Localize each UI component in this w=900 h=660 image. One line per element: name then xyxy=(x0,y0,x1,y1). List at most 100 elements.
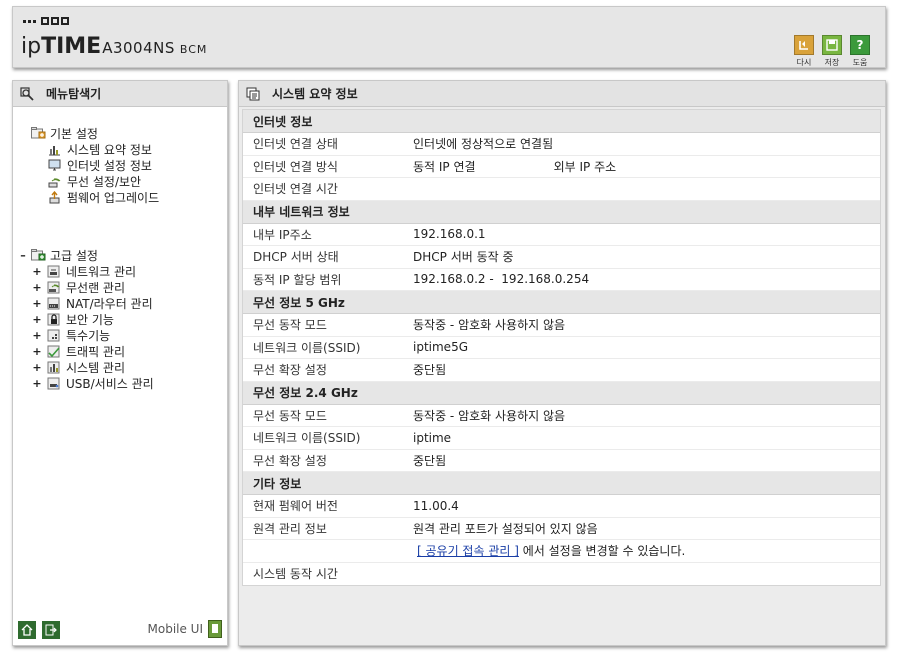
home-button[interactable] xyxy=(18,621,36,639)
menu-item-label: USB/서비스 관리 xyxy=(66,376,154,391)
expand-toggle[interactable]: + xyxy=(31,281,43,294)
monitor-icon xyxy=(48,159,61,172)
section-wireless-24g: 무선 정보 2.4 GHz xyxy=(243,381,880,405)
usb-icon xyxy=(47,377,60,390)
main-panel: 시스템 요약 정보 인터넷 정보 인터넷 연결 상태 인터넷에 정상적으로 연결… xyxy=(238,80,886,646)
menu-item-network[interactable]: + 네트워크 관리 xyxy=(13,263,227,279)
menu-explorer-title: 메뉴탐색기 xyxy=(46,87,102,101)
menu-item-label: 무선 설정/보안 xyxy=(67,174,142,189)
table-row: 시스템 동작 시간 xyxy=(253,567,338,582)
menu-item-label: 네트워크 관리 xyxy=(66,264,137,279)
menu-item-label: 시스템 요약 정보 xyxy=(67,142,152,157)
model-name: A3004NS xyxy=(102,39,175,57)
brand-ip: ip xyxy=(21,34,42,59)
save-icon xyxy=(822,35,842,55)
basic-settings-group[interactable]: 기본 설정 xyxy=(13,125,227,141)
basic-settings-tree: 기본 설정 시스템 요약 정보 인터넷 설정 정보 무선 설정/보안 펌웨어 업… xyxy=(13,125,227,205)
lock-icon xyxy=(47,313,60,326)
menu-item-nat-router[interactable]: + NAT/라우터 관리 xyxy=(13,295,227,311)
section-lan: 내부 네트워크 정보 xyxy=(243,200,880,224)
network-icon xyxy=(47,265,60,278)
page-title: 시스템 요약 정보 xyxy=(272,87,358,101)
advanced-settings-group[interactable]: – 고급 설정 xyxy=(13,247,227,263)
brand-time: TIME xyxy=(41,34,102,59)
window-icon xyxy=(246,87,260,101)
expand-toggle[interactable]: + xyxy=(31,377,43,390)
table-row: 동적 IP 할당 범위 192.168.0.2 - 192.168.0.254 xyxy=(243,269,880,291)
help-icon: ? xyxy=(850,35,870,55)
table-row: 인터넷 연결 방식 동적 IP 연결 외부 IP 주소 xyxy=(243,156,880,178)
help-button[interactable]: ? 도움 xyxy=(849,35,871,68)
menu-item-label: 인터넷 설정 정보 xyxy=(67,158,152,173)
sidebar-footer: Mobile UI xyxy=(18,620,222,640)
wireless-icon xyxy=(47,281,60,294)
menu-item-label: 보안 기능 xyxy=(66,312,114,327)
advanced-settings-label: 고급 설정 xyxy=(50,248,98,263)
summary-table: 인터넷 정보 인터넷 연결 상태 인터넷에 정상적으로 연결됨 인터넷 연결 방… xyxy=(242,109,881,586)
menu-item-wireless-lan[interactable]: + 무선랜 관리 xyxy=(13,279,227,295)
chipset-label: BCM xyxy=(179,43,208,56)
mobile-ui-button[interactable]: Mobile UI xyxy=(147,620,222,638)
expand-toggle[interactable]: + xyxy=(31,265,43,278)
remote-access-link[interactable]: [ 공유기 접속 관리 ] xyxy=(417,542,519,559)
menu-item-label: NAT/라우터 관리 xyxy=(66,296,153,311)
logout-button[interactable] xyxy=(42,621,60,639)
table-row: 무선 동작 모드 동작중 - 암호화 사용하지 않음 xyxy=(243,405,880,427)
upgrade-icon xyxy=(48,190,61,204)
menu-item-label: 무선랜 관리 xyxy=(66,280,126,295)
toolbar: 다시 저장 ? 도움 xyxy=(793,35,871,68)
menu-item-label: 트래픽 관리 xyxy=(66,344,126,359)
expand-toggle[interactable]: + xyxy=(31,345,43,358)
table-row: DHCP 서버 상태 DHCP 서버 동작 중 xyxy=(243,246,880,269)
menu-item-label: 시스템 관리 xyxy=(66,360,126,375)
table-row: 네트워크 이름(SSID) iptime xyxy=(243,427,880,450)
top-header: ip TIME A3004NS BCM 다시 저장 ? 도움 xyxy=(12,6,886,68)
mobile-ui-label: Mobile UI xyxy=(147,622,204,636)
menu-item-special[interactable]: + 특수기능 xyxy=(13,327,227,343)
section-internet: 인터넷 정보 xyxy=(243,110,880,133)
section-etc: 기타 정보 xyxy=(243,472,880,495)
menu-item-system-summary[interactable]: 시스템 요약 정보 xyxy=(13,141,227,157)
back-icon xyxy=(794,35,814,55)
menu-item-system[interactable]: + 시스템 관리 xyxy=(13,359,227,375)
expand-toggle[interactable]: + xyxy=(31,361,43,374)
menu-item-firmware-upgrade[interactable]: 펌웨어 업그레이드 xyxy=(13,189,227,205)
section-wireless-5g: 무선 정보 5 GHz xyxy=(243,291,880,314)
menu-item-label: 펌웨어 업그레이드 xyxy=(67,190,160,205)
save-button[interactable]: 저장 xyxy=(821,35,843,68)
brand-logo: ip TIME A3004NS BCM xyxy=(21,34,207,59)
folder-icon xyxy=(31,127,46,139)
menu-explorer-header: 메뉴탐색기 xyxy=(13,81,227,107)
chart-icon xyxy=(48,143,61,156)
router-icon xyxy=(47,297,60,310)
chart-icon xyxy=(47,361,60,374)
menu-item-internet-info[interactable]: 인터넷 설정 정보 xyxy=(13,157,227,173)
explorer-icon xyxy=(20,86,34,101)
logo-mark xyxy=(23,17,69,25)
menu-item-usb-service[interactable]: + USB/서비스 관리 xyxy=(13,375,227,391)
table-row: 무선 확장 설정 중단됨 xyxy=(243,450,880,472)
table-row: 무선 동작 모드 동작중 - 암호화 사용하지 않음 xyxy=(243,314,880,337)
collapse-toggle[interactable]: – xyxy=(17,249,29,262)
menu-item-traffic[interactable]: + 트래픽 관리 xyxy=(13,343,227,359)
wireless-icon xyxy=(48,175,61,188)
menu-explorer: 메뉴탐색기 기본 설정 시스템 요약 정보 인터넷 설정 정보 무선 설정/보안… xyxy=(12,80,228,646)
table-row: 무선 확장 설정 중단됨 xyxy=(243,359,880,382)
folder-icon xyxy=(31,249,46,261)
menu-item-label: 특수기능 xyxy=(66,328,111,343)
mobile-icon xyxy=(208,620,222,638)
table-row: 원격 관리 정보 원격 관리 포트가 설정되어 있지 않음 xyxy=(243,518,880,540)
table-row: 인터넷 연결 상태 인터넷에 정상적으로 연결됨 xyxy=(243,133,880,156)
expand-toggle[interactable]: + xyxy=(31,329,43,342)
table-row: 네트워크 이름(SSID) iptime5G xyxy=(243,337,880,359)
menu-item-security[interactable]: + 보안 기능 xyxy=(13,311,227,327)
main-panel-header: 시스템 요약 정보 xyxy=(239,81,885,107)
expand-toggle[interactable]: + xyxy=(31,297,43,310)
table-row: 현재 펌웨어 버전 11.00.4 xyxy=(243,495,880,518)
back-button[interactable]: 다시 xyxy=(793,35,815,68)
traffic-icon xyxy=(47,345,60,358)
table-row: [ 공유기 접속 관리 ] 에서 설정을 변경할 수 있습니다. xyxy=(243,540,880,563)
expand-toggle[interactable]: + xyxy=(31,313,43,326)
menu-item-wireless-security[interactable]: 무선 설정/보안 xyxy=(13,173,227,189)
basic-settings-label: 기본 설정 xyxy=(50,126,98,141)
